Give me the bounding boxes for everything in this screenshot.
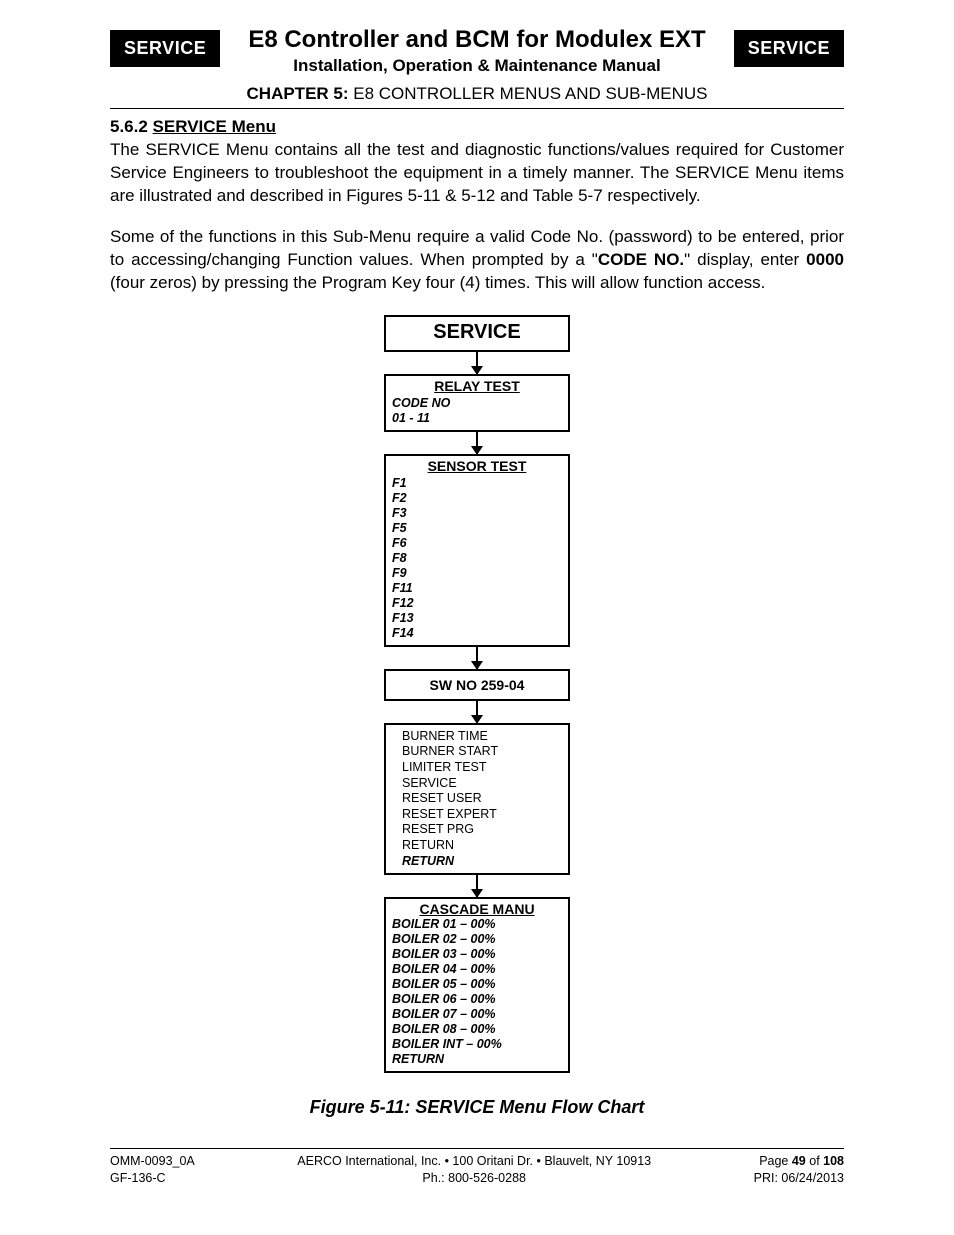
sensor-item: F5: [392, 521, 562, 536]
footer-row: OMM-0093_0A GF-136-C AERCO International…: [110, 1153, 844, 1187]
cascade-item: BOILER 05 – 00%: [392, 977, 562, 992]
misc-item: RESET USER: [402, 791, 558, 807]
cascade-item: BOILER 03 – 00%: [392, 947, 562, 962]
chapter-text: E8 CONTROLLER MENUS AND SUB-MENUS: [349, 84, 708, 103]
arrow-2: [476, 432, 478, 454]
sensor-item: F6: [392, 536, 562, 551]
header-row: SERVICE E8 Controller and BCM for Module…: [110, 30, 844, 76]
fc-relay-head: RELAY TEST: [386, 376, 568, 394]
misc-item: BURNER TIME: [402, 729, 558, 745]
paragraph-1: The SERVICE Menu contains all the test a…: [110, 139, 844, 208]
fc-misc-box: BURNER TIME BURNER START LIMITER TEST SE…: [384, 723, 570, 876]
sensor-item: F13: [392, 611, 562, 626]
footer-center-2: Ph.: 800-526-0288: [195, 1170, 754, 1187]
fc-sensor-head: SENSOR TEST: [386, 456, 568, 474]
fc-sensor-box: SENSOR TEST F1 F2 F3 F5 F6 F8 F9 F11 F12…: [384, 454, 570, 647]
fc-sensor-body: F1 F2 F3 F5 F6 F8 F9 F11 F12 F13 F14: [386, 474, 568, 645]
footer-center-1: AERCO International, Inc. • 100 Oritani …: [195, 1153, 754, 1170]
sensor-item: F2: [392, 491, 562, 506]
chapter-label: CHAPTER 5:: [247, 84, 349, 103]
cascade-item: BOILER 04 – 00%: [392, 962, 562, 977]
sensor-item: F14: [392, 626, 562, 641]
fc-cascade-body: BOILER 01 – 00% BOILER 02 – 00% BOILER 0…: [386, 917, 568, 1071]
header-center: E8 Controller and BCM for Modulex EXT In…: [220, 26, 734, 76]
page-of: of: [806, 1154, 823, 1168]
arrow-1: [476, 352, 478, 374]
footer-right-2: PRI: 06/24/2013: [754, 1170, 844, 1187]
p2-code-no: CODE NO.: [598, 250, 684, 269]
chapter-line: CHAPTER 5: E8 CONTROLLER MENUS AND SUB-M…: [110, 84, 844, 104]
misc-item: SERVICE: [402, 776, 558, 792]
page: SERVICE E8 Controller and BCM for Module…: [0, 0, 954, 1217]
footer-left-2: GF-136-C: [110, 1170, 195, 1187]
footer-rule: [110, 1148, 844, 1149]
doc-subtitle: Installation, Operation & Maintenance Ma…: [220, 56, 734, 76]
misc-item: BURNER START: [402, 744, 558, 760]
footer-right-1: Page 49 of 108: [754, 1153, 844, 1170]
service-badge-right: SERVICE: [734, 30, 844, 67]
footer-right: Page 49 of 108 PRI: 06/24/2013: [754, 1153, 844, 1187]
sensor-item: F11: [392, 581, 562, 596]
sensor-item: F8: [392, 551, 562, 566]
sensor-item: F3: [392, 506, 562, 521]
page-total: 108: [823, 1154, 844, 1168]
page-current: 49: [792, 1154, 806, 1168]
p2-0000: 0000: [806, 250, 844, 269]
sensor-item: F1: [392, 476, 562, 491]
fc-relay-body: CODE NO 01 - 11: [386, 394, 568, 430]
doc-title: E8 Controller and BCM for Modulex EXT: [220, 26, 734, 54]
arrow-3: [476, 647, 478, 669]
fc-service-box: SERVICE: [384, 315, 570, 352]
section-heading: 5.6.2 SERVICE Menu: [110, 117, 844, 137]
header-rule: [110, 108, 844, 109]
flowchart: SERVICE RELAY TEST CODE NO 01 - 11 SENSO…: [382, 315, 572, 1074]
relay-item-0: CODE NO: [392, 396, 562, 411]
misc-item-return-italic: RETURN: [402, 854, 558, 870]
arrow-5: [476, 875, 478, 897]
footer-left: OMM-0093_0A GF-136-C: [110, 1153, 195, 1187]
cascade-item: BOILER 06 – 00%: [392, 992, 562, 1007]
fc-cascade-head: CASCADE MANU: [386, 899, 568, 917]
sensor-item: F12: [392, 596, 562, 611]
fc-relay-box: RELAY TEST CODE NO 01 - 11: [384, 374, 570, 432]
section-label: SERVICE Menu: [153, 117, 276, 136]
section-number: 5.6.2: [110, 117, 153, 136]
cascade-item: BOILER 08 – 00%: [392, 1022, 562, 1037]
paragraph-2: Some of the functions in this Sub-Menu r…: [110, 226, 844, 295]
arrow-4: [476, 701, 478, 723]
p2-e: (four zeros) by pressing the Program Key…: [110, 273, 765, 292]
fc-cascade-box: CASCADE MANU BOILER 01 – 00% BOILER 02 –…: [384, 897, 570, 1073]
fc-sw-box: SW NO 259-04: [384, 669, 570, 701]
fc-service-title: SERVICE: [386, 317, 568, 350]
cascade-item: RETURN: [392, 1052, 562, 1067]
footer-center: AERCO International, Inc. • 100 Oritani …: [195, 1153, 754, 1187]
misc-item: LIMITER TEST: [402, 760, 558, 776]
cascade-item: BOILER INT – 00%: [392, 1037, 562, 1052]
footer-left-1: OMM-0093_0A: [110, 1153, 195, 1170]
service-badge-left: SERVICE: [110, 30, 220, 67]
fc-misc-body: BURNER TIME BURNER START LIMITER TEST SE…: [386, 725, 568, 874]
misc-item: RESET EXPERT: [402, 807, 558, 823]
p2-c: " display, enter: [684, 250, 806, 269]
relay-item-1: 01 - 11: [392, 411, 562, 426]
misc-item: RETURN: [402, 838, 558, 854]
fc-sw-head: SW NO 259-04: [386, 671, 568, 699]
page-label: Page: [759, 1154, 792, 1168]
sensor-item: F9: [392, 566, 562, 581]
cascade-item: BOILER 07 – 00%: [392, 1007, 562, 1022]
cascade-item: BOILER 02 – 00%: [392, 932, 562, 947]
cascade-item: BOILER 01 – 00%: [392, 917, 562, 932]
misc-item: RESET PRG: [402, 822, 558, 838]
figure-caption: Figure 5-11: SERVICE Menu Flow Chart: [110, 1097, 844, 1118]
